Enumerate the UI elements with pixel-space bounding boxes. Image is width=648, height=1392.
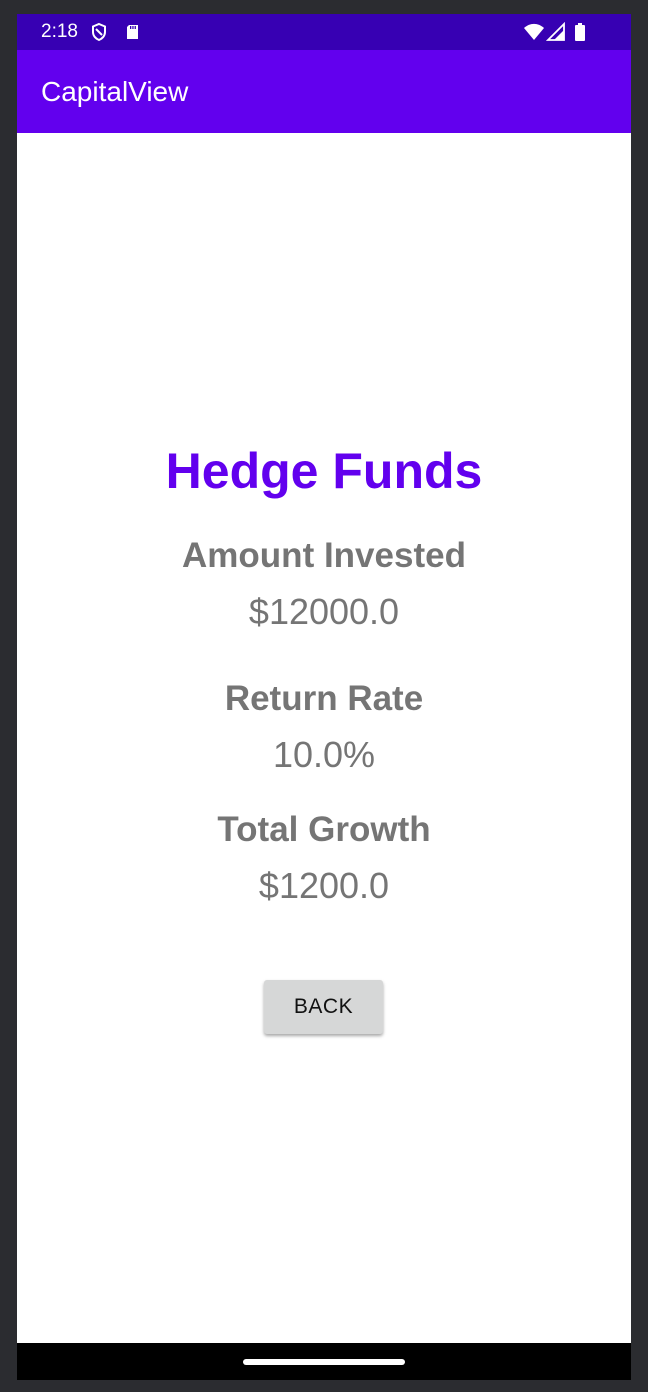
- total-growth-value: $1200.0: [258, 865, 390, 906]
- total-growth-label: Total Growth: [217, 810, 431, 849]
- return-rate-label: Return Rate: [224, 679, 424, 718]
- device-frame: 2:18 CapitalView Hedge Funds Amount Inve…: [0, 0, 648, 1392]
- back-button[interactable]: BACK: [264, 980, 383, 1034]
- investment-name: Hedge Funds: [165, 443, 483, 499]
- cellular-signal-icon: [546, 22, 565, 41]
- phone-screen: 2:18 CapitalView Hedge Funds Amount Inve…: [17, 14, 631, 1380]
- app-title: CapitalView: [41, 76, 189, 107]
- navigation-bar: [17, 1343, 631, 1380]
- battery-icon: [575, 23, 585, 41]
- wifi-icon: [524, 23, 544, 40]
- status-bar: 2:18: [17, 14, 631, 50]
- amount-invested-label: Amount Invested: [182, 536, 466, 575]
- sd-card-icon: [127, 25, 138, 39]
- amount-invested-value: $12000.0: [248, 591, 400, 632]
- investment-detail: Hedge Funds Amount Invested $12000.0 Ret…: [17, 133, 631, 1343]
- shield-icon: [92, 22, 106, 42]
- status-time: 2:18: [41, 21, 78, 42]
- return-rate-value: 10.0%: [272, 734, 376, 775]
- app-bar: CapitalView: [17, 50, 631, 133]
- home-gesture-handle[interactable]: [243, 1359, 405, 1365]
